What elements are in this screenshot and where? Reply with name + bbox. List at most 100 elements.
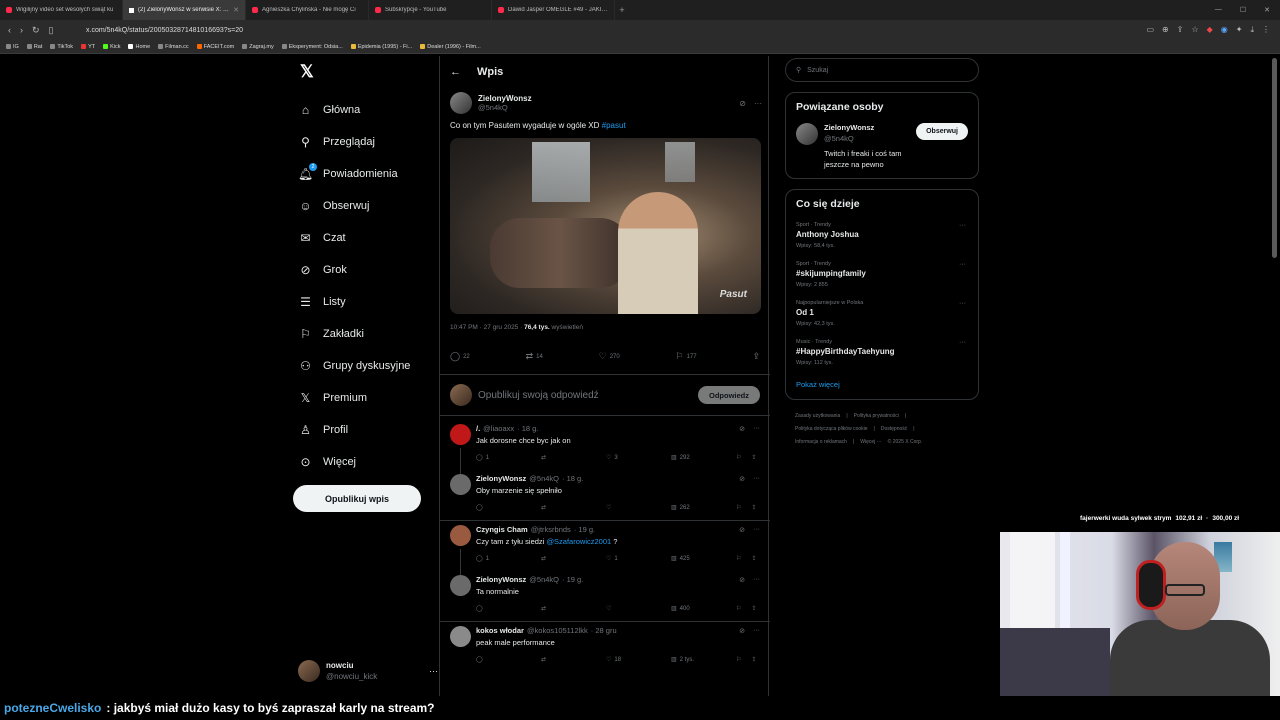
reply-button[interactable]: Odpowiedz	[698, 386, 760, 404]
more-options-icon[interactable]: ···	[959, 261, 966, 268]
browser-tab[interactable]: Wigilijny video set wesołych świąt ku	[0, 0, 123, 20]
sidebar-item-premium[interactable]: 𝕏 Premium	[298, 382, 438, 414]
like-action[interactable]: ♡	[606, 504, 646, 511]
more-options-icon[interactable]: ···	[753, 576, 760, 584]
more-options-icon[interactable]: ···	[959, 222, 966, 229]
more-options-icon[interactable]: ···	[753, 425, 760, 433]
reply-action[interactable]: ◯ 22	[450, 351, 470, 362]
sidebar-item-more[interactable]: ⊙ Więcej	[298, 446, 438, 478]
sidebar-item-follow[interactable]: ☺ Obserwuj	[298, 190, 438, 222]
views-action[interactable]: ▥ 400	[671, 605, 711, 613]
avatar[interactable]	[450, 424, 471, 445]
sidebar-item-bookmarks[interactable]: ⚐ Zakładki	[298, 318, 438, 350]
sidebar-item-notifications[interactable]: 🔔︎ 2 Powiadomienia	[298, 158, 438, 190]
repost-action[interactable]: ⇄	[541, 454, 581, 461]
share-icon[interactable]: ⇪	[751, 555, 756, 562]
more-options-icon[interactable]: ···	[753, 627, 760, 635]
hashtag-link[interactable]: #pasut	[602, 121, 626, 130]
share-icon[interactable]: ⇪	[1177, 25, 1184, 35]
grok-icon[interactable]: ⊘	[739, 475, 745, 483]
bookmark-page-icon[interactable]: ▯	[49, 25, 54, 36]
avatar[interactable]	[450, 474, 471, 495]
bookmark-item[interactable]: Eksperyment: Odsia...	[281, 44, 343, 50]
bookmark-item[interactable]: Epidemia (1995) - Fi...	[350, 44, 412, 50]
close-window-icon[interactable]: ✕	[1264, 6, 1270, 14]
bookmark-icon[interactable]: ⚐	[736, 504, 741, 511]
grok-icon[interactable]: ⊘	[739, 526, 745, 534]
extension-icon[interactable]: ◉	[1221, 25, 1228, 35]
address-bar[interactable]: x.com/5n4kQ/status/2005032871481016693?s…	[72, 27, 1146, 34]
like-action[interactable]: ♡ 1	[606, 555, 646, 563]
sidebar-item-profile[interactable]: ♙ Profil	[298, 414, 438, 446]
x-logo-icon[interactable]: 𝕏	[300, 62, 314, 82]
avatar[interactable]	[450, 92, 472, 114]
search-input[interactable]: ⚲ Szukaj	[785, 58, 979, 82]
bookmark-item[interactable]: Dealer (1996) - Film...	[420, 44, 481, 50]
share-action[interactable]: ⇪	[752, 351, 760, 362]
minimize-icon[interactable]: —	[1215, 6, 1222, 14]
trend-item[interactable]: Najpopularniejsze w Polska Od 1 Wpisy: 4…	[796, 300, 968, 327]
bookmark-item[interactable]: Filman.cc	[158, 44, 189, 50]
zoom-icon[interactable]: ⊕	[1162, 25, 1169, 35]
reply-item[interactable]: kokos włodar @kokos105112lkk · 28 gru ⊘ ··· …	[440, 622, 770, 672]
views-action[interactable]: ▥ 2 tys.	[671, 656, 711, 664]
trend-item[interactable]: Sport · Trendy #skijumpingfamily Wpisy: …	[796, 261, 968, 288]
reply-input[interactable]: Opublikuj swoją odpowiedź	[478, 390, 692, 401]
bookmark-icon[interactable]: ⚐	[736, 605, 741, 612]
reply-item[interactable]: ZielonyWonsz @5n4kQ · 19 g. ⊘ ··· Ta normaln…	[440, 571, 770, 622]
grok-icon[interactable]: ⊘	[739, 99, 746, 108]
views-action[interactable]: ▥ 292	[671, 454, 711, 462]
reply-item[interactable]: ZielonyWonsz @5n4kQ · 18 g. ⊘ ··· Oby marzen…	[440, 470, 770, 521]
sidebar-item-lists[interactable]: ☰ Listy	[298, 286, 438, 318]
bookmark-item[interactable]: YT	[81, 44, 95, 50]
maximize-icon[interactable]: ☐	[1240, 6, 1246, 14]
reply-item[interactable]: /. @liaoaxx · 18 g. ⊘ ··· Jak dorosne chce b…	[440, 420, 770, 478]
more-options-icon[interactable]: ···	[754, 99, 762, 108]
reply-action[interactable]: ◯ 1	[476, 555, 516, 563]
share-icon[interactable]: ⇪	[751, 605, 756, 612]
repost-action[interactable]: ⇄	[541, 605, 581, 612]
browser-tab[interactable]: Subskrypcje - YouTube	[369, 0, 492, 20]
back-icon[interactable]: ‹	[8, 25, 11, 36]
forward-icon[interactable]: ›	[20, 25, 23, 36]
bookmark-item[interactable]: Rat	[26, 44, 42, 50]
more-options-icon[interactable]: ···	[959, 339, 966, 346]
download-icon[interactable]: ⤓	[1250, 25, 1254, 35]
sidebar-item-groups[interactable]: ⚇ Grupy dyskusyjne	[298, 350, 438, 382]
bookmark-item[interactable]: Kick	[103, 44, 120, 50]
views-action[interactable]: ▥ 425	[671, 555, 711, 563]
bookmark-icon[interactable]: ⚐	[736, 656, 741, 663]
bookmark-icon[interactable]: ⚐	[736, 454, 741, 461]
avatar[interactable]	[450, 575, 471, 596]
show-more-link[interactable]: Pokaż więcej	[796, 380, 968, 389]
cast-icon[interactable]: ▭	[1146, 25, 1154, 35]
like-action[interactable]: ♡ 270	[599, 351, 620, 362]
more-options-icon[interactable]: ···	[429, 666, 438, 676]
repost-action[interactable]: ⇄	[541, 656, 581, 663]
reply-item[interactable]: Czyngis Cham @jtrksrbnds · 19 g. ⊘ ··· Czy t…	[440, 521, 770, 579]
views-action[interactable]: ▥ 262	[671, 504, 711, 512]
repost-action[interactable]: ⇄	[541, 504, 581, 511]
sidebar-item-chat[interactable]: ✉ Czat	[298, 222, 438, 254]
browser-tab[interactable]: Agnieszka Chylińska - Nie mogę Ci	[246, 0, 369, 20]
share-icon[interactable]: ⇪	[751, 504, 756, 511]
avatar[interactable]	[450, 626, 471, 647]
star-icon[interactable]: ☆	[1191, 25, 1198, 35]
avatar[interactable]	[796, 123, 818, 145]
bookmark-item[interactable]: Home	[128, 44, 150, 50]
shield-icon[interactable]: ◆	[1207, 25, 1213, 35]
reload-icon[interactable]: ↻	[32, 25, 40, 36]
repost-action[interactable]: ⇄	[541, 555, 581, 562]
new-tab-icon[interactable]: +	[615, 5, 629, 15]
sidebar-item-grok[interactable]: ⊘ Grok	[298, 254, 438, 286]
like-action[interactable]: ♡ 3	[606, 454, 646, 462]
grok-icon[interactable]: ⊘	[739, 425, 745, 433]
browser-tab-active[interactable]: (2) ZielonyWonsz w serwisie X: "Co ✕	[123, 0, 246, 20]
trend-item[interactable]: Music · Trendy #HappyBirthdayTaehyung Wp…	[796, 339, 968, 366]
settings-icon[interactable]: ⋮	[1262, 25, 1270, 35]
trend-item[interactable]: Sport · Trendy Anthony Joshua Wpisy: 58,…	[796, 222, 968, 249]
reply-action[interactable]: ◯	[476, 504, 516, 511]
bookmark-icon[interactable]: ⚐	[736, 555, 741, 562]
more-options-icon[interactable]: ···	[753, 526, 760, 534]
bookmark-item[interactable]: FACEIT.com	[196, 44, 234, 50]
